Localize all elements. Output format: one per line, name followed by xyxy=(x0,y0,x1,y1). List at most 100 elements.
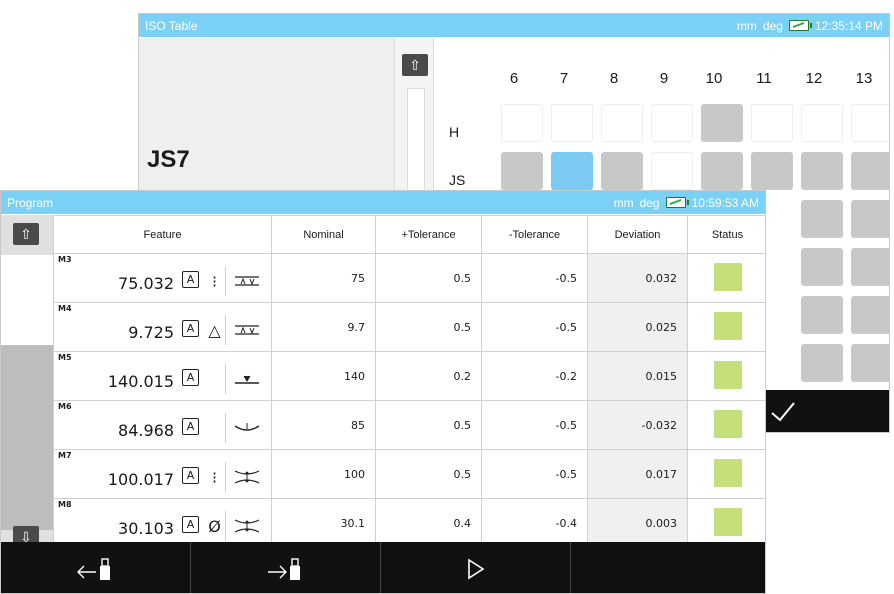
datum-a-icon: A xyxy=(182,467,199,484)
deviation-cell: 0.015 xyxy=(587,351,688,401)
iso-confirm-bar[interactable] xyxy=(759,390,889,432)
iso-scroll-up-button[interactable]: ⇧ xyxy=(402,54,428,76)
iso-cell[interactable] xyxy=(801,248,843,286)
header-minus-tolerance: -Tolerance xyxy=(481,215,588,254)
groove-icon xyxy=(229,415,265,441)
table-row[interactable]: M6 84.968 A 85 0.5 -0.5 -0.032 xyxy=(53,400,765,450)
iso-cell[interactable] xyxy=(851,248,889,286)
minus-tolerance-cell: -0.5 xyxy=(481,253,588,303)
feature-id: M7 xyxy=(58,451,72,460)
plus-tolerance-cell: 0.2 xyxy=(375,351,482,401)
feature-cell[interactable]: M6 84.968 A xyxy=(53,400,272,450)
iso-cell-js9[interactable] xyxy=(651,152,693,190)
table-row[interactable]: M8 30.103 A Ø 30.1 0.4 -0.4 0.003 xyxy=(53,498,765,548)
plus-tolerance-cell: 0.4 xyxy=(375,498,482,548)
iso-cell-js12[interactable] xyxy=(801,152,843,190)
iso-cell[interactable] xyxy=(801,344,843,382)
iso-cell[interactable] xyxy=(851,200,889,238)
iso-column-headers: 6 7 8 9 10 11 12 13 xyxy=(489,70,889,87)
iso-cell-h13[interactable] xyxy=(851,104,889,142)
feature-cell[interactable]: M3 75.032 A ⁝ xyxy=(53,253,272,303)
program-scroll-track[interactable] xyxy=(1,255,53,345)
import-usb-button[interactable] xyxy=(191,542,381,593)
iso-cell-h6[interactable] xyxy=(501,104,543,142)
iso-cell-js7-selected[interactable] xyxy=(551,152,593,190)
feature-cell[interactable]: M7 100.017 A ⁝ xyxy=(53,449,272,499)
program-toolbar xyxy=(1,542,765,593)
blank-symbol xyxy=(204,364,226,394)
header-feature: Feature xyxy=(53,215,272,254)
status-cell xyxy=(687,253,765,303)
plus-tolerance-cell: 0.5 xyxy=(375,302,482,352)
program-angle-units: deg xyxy=(639,195,660,210)
program-scroll-thumb[interactable] xyxy=(1,345,53,530)
datum-a-icon: A xyxy=(182,516,199,533)
feature-cell[interactable]: M5 140.015 A xyxy=(53,351,272,401)
table-row[interactable]: M7 100.017 A ⁝ 100 0.5 -0.5 0.017 xyxy=(53,449,765,499)
usb-import-icon xyxy=(267,557,300,580)
triangle-icon: △ xyxy=(204,315,226,345)
plus-tolerance-cell: 0.5 xyxy=(375,449,482,499)
status-cell xyxy=(687,400,765,450)
feature-cell[interactable]: M8 30.103 A Ø xyxy=(53,498,272,548)
iso-title: ISO Table xyxy=(145,18,198,33)
iso-cell[interactable] xyxy=(801,200,843,238)
battery-icon xyxy=(665,197,689,208)
checkmark-icon[interactable] xyxy=(769,400,797,424)
iso-cell-js6[interactable] xyxy=(501,152,543,190)
iso-cell[interactable] xyxy=(801,296,843,334)
minus-tolerance-cell: -0.4 xyxy=(481,498,588,548)
program-scroll-up-button[interactable]: ⇧ xyxy=(13,223,39,245)
table-row[interactable]: M3 75.032 A ⁝ 75 0.5 -0.5 0.032 xyxy=(53,253,765,303)
datum-a-icon: A xyxy=(182,320,199,337)
nominal-cell: 85 xyxy=(271,400,376,450)
feature-value: 84.968 xyxy=(118,421,174,440)
plus-tolerance-cell: 0.5 xyxy=(375,400,482,450)
program-table: Feature Nominal +Tolerance -Tolerance De… xyxy=(53,215,765,548)
usb-export-icon xyxy=(76,557,110,580)
status-cell xyxy=(687,351,765,401)
blank-symbol xyxy=(204,413,226,443)
iso-cell-h9[interactable] xyxy=(651,104,693,142)
iso-cell-h8[interactable] xyxy=(601,104,643,142)
table-row[interactable]: M4 9.725 A △ 9.7 0.5 -0.5 0.025 xyxy=(53,302,765,352)
iso-cell-h10[interactable] xyxy=(701,104,743,142)
feature-value: 140.015 xyxy=(107,372,174,391)
distance-icon xyxy=(229,268,265,294)
iso-row-label-js: JS xyxy=(449,172,466,188)
arrow-up-icon: ⇧ xyxy=(20,225,32,242)
export-usb-button[interactable] xyxy=(1,542,191,593)
feature-value: 75.032 xyxy=(118,274,174,293)
iso-col-header: 9 xyxy=(659,70,669,87)
feature-id: M8 xyxy=(58,500,72,509)
table-row[interactable]: M5 140.015 A 140 0.2 -0.2 0.015 xyxy=(53,351,765,401)
iso-selected-grade: JS7 xyxy=(147,146,190,173)
iso-cell-js10[interactable] xyxy=(701,152,743,190)
nominal-cell: 75 xyxy=(271,253,376,303)
program-clock: 10:59:53 AM xyxy=(691,195,759,210)
status-ok-indicator xyxy=(713,262,742,291)
iso-cell-h12[interactable] xyxy=(801,104,843,142)
program-window: Program mm deg 10:59:53 AM ⇧ ⇩ Feature N… xyxy=(0,190,766,594)
datum-a-icon: A xyxy=(182,271,199,288)
header-deviation: Deviation xyxy=(587,215,688,254)
iso-col-header: 6 xyxy=(509,70,519,87)
iso-cell-js11[interactable] xyxy=(751,152,793,190)
feature-cell[interactable]: M4 9.725 A △ xyxy=(53,302,272,352)
iso-col-header: 11 xyxy=(756,70,772,87)
iso-cell-js13[interactable] xyxy=(851,152,889,190)
battery-icon xyxy=(788,20,812,31)
arrow-up-icon: ⇧ xyxy=(409,56,421,73)
feature-value: 9.725 xyxy=(128,323,174,342)
iso-cell-h11[interactable] xyxy=(751,104,793,142)
iso-cell[interactable] xyxy=(851,344,889,382)
program-units: mm xyxy=(613,195,634,210)
toolbar-empty-slot xyxy=(571,542,765,593)
iso-cell-h7[interactable] xyxy=(551,104,593,142)
run-program-button[interactable] xyxy=(381,542,571,593)
deviation-cell: 0.003 xyxy=(587,498,688,548)
iso-cell-js8[interactable] xyxy=(601,152,643,190)
iso-cell[interactable] xyxy=(851,296,889,334)
status-cell xyxy=(687,498,765,548)
program-scrollbar[interactable]: ⇧ ⇩ xyxy=(1,215,53,548)
